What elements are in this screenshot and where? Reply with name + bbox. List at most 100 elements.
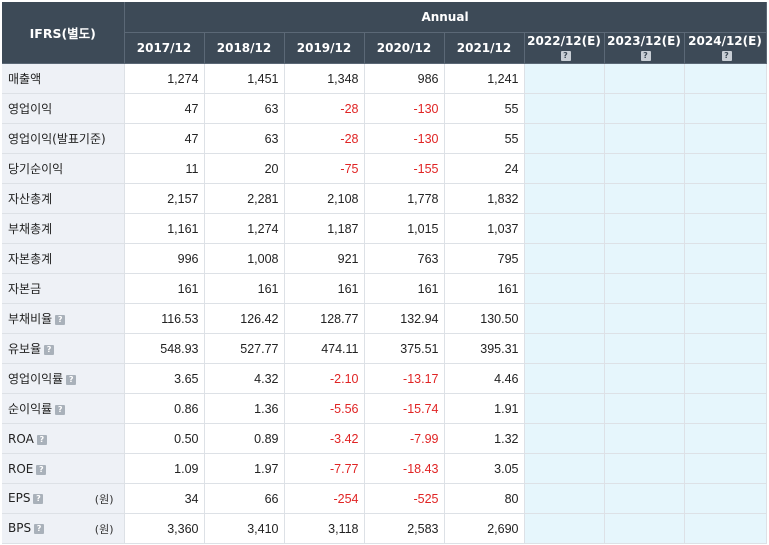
table-cell: [604, 363, 685, 394]
row-header: BPS? (원): [2, 513, 125, 544]
table-cell: 996: [124, 243, 205, 274]
table-row: 자본총계 996 1,008 921 763 795: [2, 243, 767, 274]
row-label: 매출액: [8, 72, 42, 86]
table-cell: 80: [444, 483, 525, 514]
table-cell: [524, 123, 605, 154]
table-cell: [684, 333, 767, 364]
help-icon[interactable]: ?: [640, 51, 651, 61]
table-cell: 1,015: [364, 213, 445, 244]
table-cell: [604, 303, 685, 334]
table-cell: 2,157: [124, 183, 205, 214]
table-cell: [524, 453, 605, 484]
table-cell: [524, 243, 605, 274]
row-label[interactable]: BPS: [8, 521, 31, 535]
row-label: 영업이익(발표기준): [8, 132, 106, 146]
table-cell: 1,451: [204, 63, 285, 94]
table-row: 영업이익률? 3.65 4.32 -2.10 -13.17 4.46: [2, 363, 767, 394]
table-cell: [524, 183, 605, 214]
row-label[interactable]: EPS: [8, 491, 30, 505]
table-cell: 2,108: [284, 183, 365, 214]
table-cell: [524, 513, 605, 544]
help-icon[interactable]: ?: [721, 51, 732, 61]
table-row: ROA? 0.50 0.89 -3.42 -7.99 1.32: [2, 423, 767, 454]
row-label[interactable]: 순이익률: [8, 402, 52, 416]
table-cell: 0.89: [204, 423, 285, 454]
table-cell: 795: [444, 243, 525, 274]
row-header: 자본총계: [2, 243, 125, 274]
table-cell: 161: [204, 273, 285, 304]
table-cell: [684, 273, 767, 304]
table-cell: 1,161: [124, 213, 205, 244]
table-cell: -18.43: [364, 453, 445, 484]
table-cell: [684, 363, 767, 394]
table-cell: 132.94: [364, 303, 445, 334]
table-cell: [684, 123, 767, 154]
table-cell: 63: [204, 93, 285, 124]
period-label: 2022/12(E): [527, 34, 601, 48]
table-row: ROE? 1.09 1.97 -7.77 -18.43 3.05: [2, 453, 767, 484]
help-icon[interactable]: ?: [55, 315, 66, 325]
table-cell: 3,410: [204, 513, 285, 544]
period-header-2018-12: 2018/12: [204, 32, 285, 64]
table-cell: [604, 273, 685, 304]
period-header-2019-12: 2019/12: [284, 32, 365, 64]
period-label: 2019/12: [296, 41, 352, 55]
period-header-2017-12: 2017/12: [124, 32, 205, 64]
table-row: BPS? (원) 3,360 3,410 3,118 2,583 2,690: [2, 513, 767, 544]
period-label: 2023/12(E): [607, 34, 681, 48]
help-icon[interactable]: ?: [34, 523, 45, 534]
row-label: 당기순이익: [8, 162, 64, 176]
table-row: 순이익률? 0.86 1.36 -5.56 -15.74 1.91: [2, 393, 767, 424]
table-cell: [684, 423, 767, 454]
help-icon[interactable]: ?: [66, 375, 77, 385]
row-label[interactable]: ROA: [8, 432, 34, 446]
period-label: 2020/12: [376, 41, 432, 55]
row-header: 당기순이익: [2, 153, 125, 184]
table-cell: 1.32: [444, 423, 525, 454]
table-cell: 1,778: [364, 183, 445, 214]
table-cell: -7.99: [364, 423, 445, 454]
table-cell: -130: [364, 123, 445, 154]
help-icon[interactable]: ?: [36, 434, 47, 445]
period-header-2021-12: 2021/12: [444, 32, 525, 64]
row-label[interactable]: ROE: [8, 462, 33, 476]
table-cell: [604, 393, 685, 424]
period-header-2020-12: 2020/12: [364, 32, 445, 64]
table-cell: 47: [124, 93, 205, 124]
table-cell: [684, 453, 767, 484]
table-cell: [524, 63, 605, 94]
unit-label: (원): [94, 522, 114, 536]
help-icon[interactable]: ?: [560, 51, 571, 61]
table-cell: [604, 453, 685, 484]
unit-label: (원): [94, 492, 114, 506]
table-cell: 3,118: [284, 513, 365, 544]
table-cell: [604, 243, 685, 274]
row-header: 자본금: [2, 273, 125, 304]
table-cell: 161: [364, 273, 445, 304]
table-cell: 1,037: [444, 213, 525, 244]
row-label[interactable]: 유보율: [8, 342, 41, 356]
table-cell: [684, 393, 767, 424]
help-icon[interactable]: ?: [36, 464, 47, 475]
table-cell: -525: [364, 483, 445, 514]
help-icon[interactable]: ?: [55, 405, 66, 415]
table-cell: 1,832: [444, 183, 525, 214]
table-cell: -13.17: [364, 363, 445, 394]
table-cell: [684, 183, 767, 214]
row-label[interactable]: 영업이익률: [8, 372, 63, 386]
table-cell: 763: [364, 243, 445, 274]
table-cell: 24: [444, 153, 525, 184]
table-cell: [604, 423, 685, 454]
period-label: 2017/12: [136, 41, 192, 55]
table-cell: -28: [284, 123, 365, 154]
table-cell: [604, 483, 685, 514]
table-cell: [604, 63, 685, 94]
help-icon[interactable]: ?: [33, 493, 44, 504]
table-cell: 34: [124, 483, 205, 514]
help-icon[interactable]: ?: [44, 345, 55, 355]
table-cell: 161: [444, 273, 525, 304]
table-cell: -7.77: [284, 453, 365, 484]
table-cell: -130: [364, 93, 445, 124]
row-label[interactable]: 부채비율: [8, 312, 52, 326]
annual-group-header: Annual: [124, 2, 767, 33]
